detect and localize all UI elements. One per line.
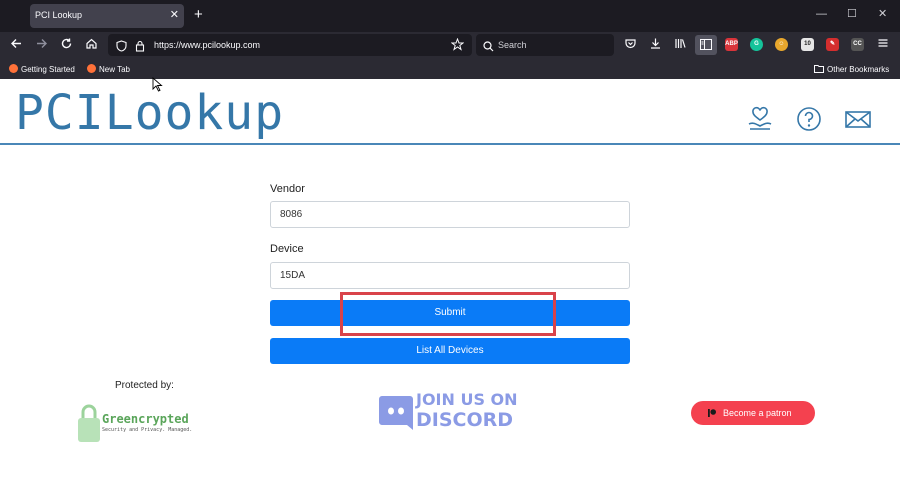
- patreon-icon: [708, 409, 716, 417]
- bookmark-getting-started[interactable]: Getting Started: [9, 64, 75, 74]
- vendor-value: 8086: [280, 209, 303, 220]
- folder-icon: [814, 65, 824, 73]
- maximize-button[interactable]: ☐: [847, 8, 857, 20]
- badge-extension-icon[interactable]: 10: [801, 38, 814, 51]
- bookmark-label: New Tab: [99, 65, 130, 74]
- minimize-button[interactable]: —: [816, 8, 827, 20]
- device-label: Device: [270, 243, 304, 255]
- protected-by-label: Protected by:: [115, 380, 174, 391]
- new-tab-button[interactable]: +: [194, 7, 203, 22]
- discord-text: JOIN US ON DISCORD: [416, 390, 518, 432]
- abp-icon[interactable]: ABP: [725, 38, 738, 51]
- library-icon[interactable]: [674, 37, 687, 54]
- padlock-icon: [78, 404, 100, 442]
- hamburger-menu-icon[interactable]: [877, 37, 889, 53]
- discord-icon: [379, 396, 413, 430]
- sidebar-toggle-button[interactable]: [695, 35, 717, 55]
- tab-pci-lookup[interactable]: PCI Lookup ✕: [30, 4, 184, 28]
- search-bar[interactable]: Search: [476, 34, 614, 56]
- shield-icon[interactable]: [116, 39, 127, 57]
- submit-highlight-box: [340, 292, 556, 336]
- pocket-icon[interactable]: [624, 37, 637, 54]
- other-bookmarks-label: Other Bookmarks: [827, 65, 890, 74]
- vendor-label: Vendor: [270, 183, 305, 195]
- home-button[interactable]: [85, 37, 98, 54]
- vendor-input[interactable]: 8086: [270, 201, 630, 228]
- url-bar[interactable]: https://www.pcilookup.com: [108, 34, 472, 56]
- mail-envelope-icon[interactable]: [844, 105, 872, 133]
- tab-close-icon[interactable]: ✕: [170, 8, 179, 21]
- patron-label: Become a patron: [723, 408, 792, 418]
- downloads-icon[interactable]: [649, 37, 662, 54]
- avatar-extension-icon[interactable]: ☺: [775, 38, 788, 51]
- browser-chrome: PCI Lookup ✕ + — ☐ ✕ https://www.pcilook…: [0, 0, 900, 79]
- firefox-icon: [9, 64, 18, 73]
- search-placeholder: Search: [498, 40, 527, 50]
- firefox-icon: [87, 64, 96, 73]
- donate-heart-icon[interactable]: [746, 105, 774, 133]
- nav-bar: https://www.pcilookup.com Search ABP G ☺…: [0, 32, 900, 59]
- search-icon: [483, 39, 494, 57]
- forward-button[interactable]: [35, 37, 48, 54]
- bookmark-new-tab[interactable]: New Tab: [87, 64, 130, 74]
- bookmark-star-icon[interactable]: [450, 37, 465, 56]
- greencrypted-name: Greencrypted: [102, 412, 189, 426]
- grammarly-icon[interactable]: G: [750, 38, 763, 51]
- greencrypted-logo[interactable]: Greencrypted Security and Privacy. Manag…: [76, 402, 226, 444]
- bookmarks-toolbar: Getting Started New Tab Other Bookmarks: [0, 59, 900, 79]
- close-window-button[interactable]: ✕: [878, 8, 887, 20]
- site-logo[interactable]: PCILookup: [15, 89, 284, 137]
- discord-banner[interactable]: JOIN US ON DISCORD: [378, 390, 524, 434]
- discord-line2: DISCORD: [416, 409, 514, 431]
- other-bookmarks[interactable]: Other Bookmarks: [814, 64, 889, 74]
- site-header: PCILookup: [0, 79, 900, 145]
- device-value: 15DA: [280, 270, 306, 281]
- list-all-devices-button[interactable]: List All Devices: [270, 338, 630, 364]
- back-button[interactable]: [10, 37, 23, 54]
- url-text: https://www.pcilookup.com: [154, 40, 261, 50]
- tab-strip: PCI Lookup ✕ + — ☐ ✕: [0, 0, 900, 32]
- help-question-icon[interactable]: [795, 105, 823, 133]
- greencrypted-tagline: Security and Privacy. Managed.: [102, 427, 193, 433]
- become-patron-button[interactable]: Become a patron: [691, 401, 815, 425]
- discord-line1: JOIN US ON: [416, 390, 518, 409]
- lock-icon[interactable]: [135, 39, 145, 57]
- pen-extension-icon[interactable]: ✎: [826, 38, 839, 51]
- cc-extension-icon[interactable]: CC: [851, 38, 864, 51]
- bookmark-label: Getting Started: [21, 65, 75, 74]
- mouse-cursor-icon: [152, 77, 163, 92]
- reload-button[interactable]: [60, 37, 73, 54]
- tab-title: PCI Lookup: [35, 10, 83, 20]
- device-input[interactable]: 15DA: [270, 262, 630, 289]
